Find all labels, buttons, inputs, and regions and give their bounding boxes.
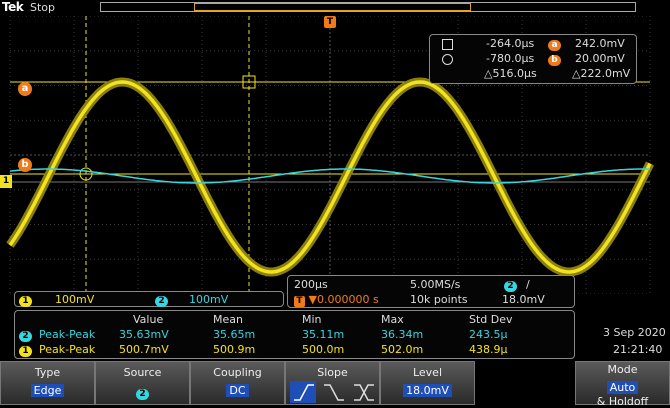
coupling-button[interactable]: Coupling DC — [190, 361, 285, 405]
meas-row-stddev: 243.5µ — [469, 328, 508, 341]
horizontal-readout[interactable]: 200µs 5.00MS/s 2 / T ▼0.000000 s 10k poi… — [287, 275, 575, 308]
cursor-delta-value: △222.0mV — [572, 67, 631, 80]
source-button[interactable]: Source 2 — [95, 361, 190, 405]
meas-row-value: 35.63mV — [119, 328, 169, 341]
ch2-scale[interactable]: 100mV — [189, 293, 228, 306]
either-edge-icon-b — [354, 384, 374, 401]
trigger-position-icon: T — [294, 296, 305, 307]
cursor-a-badge: a — [548, 40, 561, 51]
mode-holdoff-button[interactable]: Mode Auto & Holdoff — [575, 361, 670, 408]
coupling-value: DC — [226, 384, 249, 397]
slope-button[interactable]: Slope — [285, 361, 380, 405]
falling-edge-icon[interactable] — [324, 384, 344, 401]
cursor-delta-time: △516.0µs — [484, 67, 537, 80]
cursor-b-marker[interactable]: b — [18, 158, 32, 172]
meas-row-stddev: 438.9µ — [469, 343, 508, 356]
ch2-badge[interactable]: 2 — [155, 296, 168, 307]
meas-row-mean: 35.65m — [213, 328, 256, 341]
mode-holdoff-label: & Holdoff — [596, 395, 649, 408]
menu-spacer — [475, 361, 575, 405]
meas-header-stddev: Std Dev — [469, 313, 513, 326]
ch1-badge[interactable]: 1 — [19, 296, 32, 307]
cursor-a-marker[interactable]: a — [18, 82, 32, 96]
cursor-a-value: 242.0mV — [575, 37, 625, 50]
meas-row-mean: 500.9m — [213, 343, 256, 356]
ch1-ground-marker[interactable]: 1 — [0, 175, 12, 188]
mode-value: Auto — [606, 381, 639, 394]
timebase: 200µs — [294, 278, 328, 291]
meas-header-value: Value — [133, 313, 164, 326]
meas-row-max: 502.0m — [381, 343, 424, 356]
coupling-label: Coupling — [213, 366, 262, 379]
tek-logo: Tek — [2, 0, 24, 14]
cursor-b-time: -780.0µs — [486, 52, 535, 65]
source-label: Source — [123, 366, 162, 379]
time-label: 21:21:40 — [613, 343, 663, 356]
trigger-slope-indicator: / — [526, 278, 530, 291]
type-label: Type — [34, 366, 61, 379]
meas-header-max: Max — [381, 313, 404, 326]
trigger-position: ▼0.000000 s — [308, 293, 379, 306]
slope-options[interactable] — [286, 380, 381, 404]
source-value: 2 — [136, 389, 149, 400]
level-label: Level — [412, 366, 443, 379]
cursor-a-square-icon — [442, 39, 453, 50]
level-button[interactable]: Level 18.0mV — [380, 361, 475, 405]
trigger-icon: T — [324, 16, 336, 28]
meas-row-min: 35.11m — [302, 328, 345, 341]
datetime-display: 3 Sep 2020 21:21:40 — [577, 321, 670, 359]
ch1-scale[interactable]: 100mV — [55, 293, 94, 306]
run-state-label: Stop — [30, 1, 56, 14]
measurement-table[interactable]: Value Mean Min Max Std Dev 2 Peak-Peak 3… — [14, 310, 575, 359]
cursor-b-circle-icon — [442, 54, 453, 65]
level-value: 18.0mV — [403, 384, 452, 397]
meas-row-value: 500.7mV — [119, 343, 169, 356]
meas-row-channel-badge: 1 — [19, 346, 32, 357]
meas-row-name: Peak-Peak — [39, 328, 96, 341]
type-value: Edge — [30, 384, 65, 397]
sample-rate: 5.00MS/s — [410, 278, 461, 291]
date-label: 3 Sep 2020 — [603, 326, 666, 339]
channel-scale-bar: 1 100mV 2 100mV — [14, 291, 284, 307]
meas-row-name: Peak-Peak — [39, 343, 96, 356]
cursor-a-time: -264.0µs — [486, 37, 535, 50]
trigger-position-marker[interactable]: T — [324, 14, 336, 30]
slope-label: Slope — [317, 366, 348, 379]
type-button[interactable]: Type Edge — [0, 361, 95, 405]
cursor-readout: -264.0µs a 242.0mV -780.0µs b 20.00mV △5… — [429, 34, 637, 84]
record-view-window — [194, 3, 471, 11]
meas-row-channel-badge: 2 — [19, 331, 32, 342]
trigger-source-badge: 2 — [504, 281, 517, 292]
cursor-b-value: 20.00mV — [575, 52, 625, 65]
meas-row-max: 36.34m — [381, 328, 424, 341]
record-length: 10k points — [410, 293, 468, 306]
meas-header-mean: Mean — [213, 313, 243, 326]
meas-row-min: 500.0m — [302, 343, 345, 356]
trigger-level-readout: 18.0mV — [502, 293, 545, 306]
cursor-b-badge: b — [548, 55, 561, 66]
meas-header-min: Min — [302, 313, 322, 326]
mode-label: Mode — [607, 363, 638, 376]
